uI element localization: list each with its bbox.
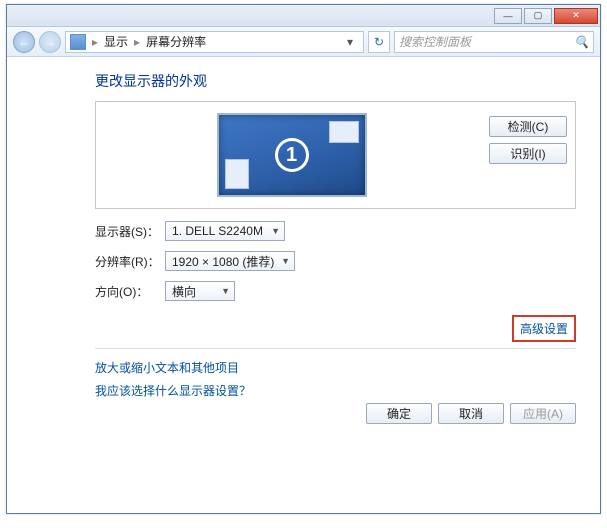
breadcrumb-display[interactable]: 显示 bbox=[104, 33, 128, 50]
close-button[interactable]: ✕ bbox=[554, 8, 598, 24]
display-label: 显示器(S)： bbox=[95, 223, 165, 240]
preview-buttons: 检测(C) 识别(I) bbox=[489, 110, 567, 164]
monitor-arrangement[interactable]: 1 bbox=[104, 113, 479, 197]
forward-button[interactable]: → bbox=[39, 31, 61, 53]
dialog-buttons: 确定 取消 应用(A) bbox=[366, 403, 576, 424]
content: 更改显示器的外观 1 检测(C) 识别(I) 显示器(S)： 1. DELL S… bbox=[7, 57, 600, 513]
navbar: ← → ▸ 显示 ▸ 屏幕分辨率 ▾ ↻ 搜索控制面板 🔍 bbox=[7, 27, 600, 57]
apply-button[interactable]: 应用(A) bbox=[510, 403, 576, 424]
page-title: 更改显示器的外观 bbox=[95, 71, 576, 91]
advanced-row: 高级设置 bbox=[95, 315, 576, 342]
resolution-select[interactable]: 1920 × 1080 (推荐) ▼ bbox=[165, 251, 295, 271]
chevron-down-icon: ▼ bbox=[271, 226, 280, 236]
control-panel-icon bbox=[70, 34, 86, 50]
display-value: 1. DELL S2240M bbox=[172, 224, 263, 238]
resolution-value: 1920 × 1080 (推荐) bbox=[172, 253, 274, 270]
breadcrumb[interactable]: ▸ 显示 ▸ 屏幕分辨率 ▾ bbox=[65, 31, 364, 53]
monitor-number: 1 bbox=[275, 138, 309, 172]
search-icon: 🔍 bbox=[574, 35, 589, 49]
resolution-row: 分辨率(R)： 1920 × 1080 (推荐) ▼ bbox=[95, 251, 576, 271]
window: — ▢ ✕ ← → ▸ 显示 ▸ 屏幕分辨率 ▾ ↻ 搜索控制面板 🔍 更改显示… bbox=[6, 4, 601, 514]
chevron-right-icon: ▸ bbox=[134, 35, 140, 49]
maximize-button[interactable]: ▢ bbox=[524, 8, 552, 24]
refresh-button[interactable]: ↻ bbox=[368, 31, 390, 53]
orientation-label: 方向(O)： bbox=[95, 283, 165, 300]
advanced-settings-link[interactable]: 高级设置 bbox=[520, 322, 568, 336]
preview-window-icon bbox=[329, 121, 359, 143]
back-button[interactable]: ← bbox=[13, 31, 35, 53]
orientation-select[interactable]: 横向 ▼ bbox=[165, 281, 235, 301]
identify-button[interactable]: 识别(I) bbox=[489, 143, 567, 164]
divider bbox=[95, 348, 576, 349]
detect-button[interactable]: 检测(C) bbox=[489, 116, 567, 137]
breadcrumb-dropdown-icon[interactable]: ▾ bbox=[341, 35, 359, 49]
text-size-link[interactable]: 放大或缩小文本和其他项目 bbox=[95, 359, 239, 376]
help-link[interactable]: 我应该选择什么显示器设置？ bbox=[95, 382, 251, 399]
chevron-down-icon: ▼ bbox=[221, 286, 230, 296]
cancel-button[interactable]: 取消 bbox=[438, 403, 504, 424]
display-row: 显示器(S)： 1. DELL S2240M ▼ bbox=[95, 221, 576, 241]
display-preview: 1 检测(C) 识别(I) bbox=[95, 101, 576, 209]
preview-window-icon bbox=[225, 159, 249, 189]
monitor-1[interactable]: 1 bbox=[217, 113, 367, 197]
search-placeholder: 搜索控制面板 bbox=[399, 33, 471, 50]
advanced-highlight: 高级设置 bbox=[512, 315, 576, 342]
titlebar: — ▢ ✕ bbox=[7, 5, 600, 27]
chevron-right-icon: ▸ bbox=[92, 35, 98, 49]
display-select[interactable]: 1. DELL S2240M ▼ bbox=[165, 221, 285, 241]
chevron-down-icon: ▼ bbox=[281, 256, 290, 266]
minimize-button[interactable]: — bbox=[494, 8, 522, 24]
orientation-row: 方向(O)： 横向 ▼ bbox=[95, 281, 576, 301]
orientation-value: 横向 bbox=[172, 283, 196, 300]
resolution-label: 分辨率(R)： bbox=[95, 253, 165, 270]
ok-button[interactable]: 确定 bbox=[366, 403, 432, 424]
breadcrumb-resolution[interactable]: 屏幕分辨率 bbox=[146, 33, 206, 50]
search-input[interactable]: 搜索控制面板 🔍 bbox=[394, 31, 594, 53]
